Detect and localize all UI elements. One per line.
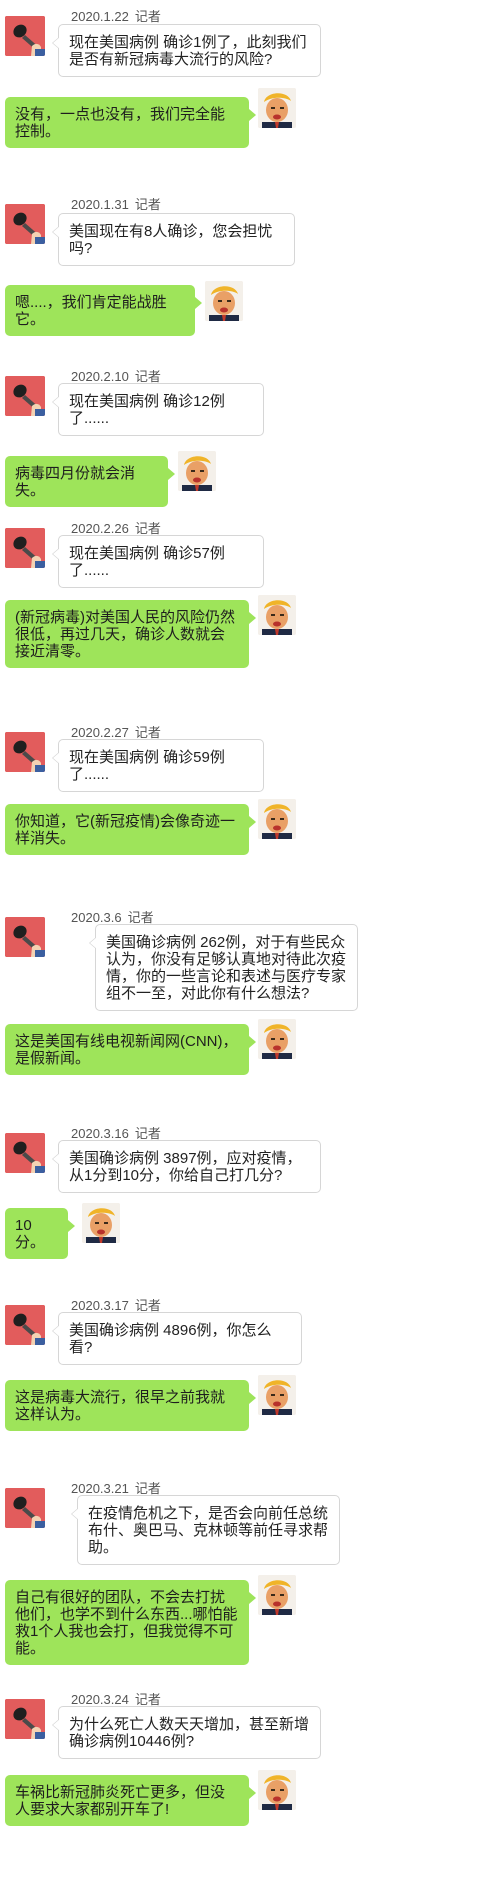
respondent-avatar[interactable] (258, 1575, 296, 1615)
sender-label: 记者 (134, 725, 161, 740)
respondent-avatar[interactable] (258, 1019, 296, 1059)
respondent-avatar[interactable] (258, 799, 296, 839)
sender-label: 记者 (134, 369, 161, 384)
respondent-avatar[interactable] (82, 1203, 120, 1243)
question-bubble[interactable]: 现在美国病例 确诊57例了...... (52, 535, 264, 588)
question-bubble[interactable]: 在疫情危机之下，是否会向前任总统布什、奥巴马、克林顿等前任寻求帮助。 (71, 1495, 340, 1565)
message-date: 2020.1.22 (71, 9, 129, 24)
answer-bubble[interactable]: 车祸比新冠肺炎死亡更多，但没人要求大家都别开车了! (5, 1775, 256, 1826)
respondent-avatar[interactable] (258, 88, 296, 128)
message-date: 2020.3.17 (71, 1298, 129, 1313)
answer-bubble[interactable]: 自己有很好的团队，不会去打扰他们，也学不到什么东西...哪怕能救1个人我也会打，… (5, 1580, 256, 1665)
sender-label: 记者 (134, 197, 161, 212)
reporter-avatar[interactable] (5, 917, 45, 957)
answer-bubble[interactable]: 嗯....，我们肯定能战胜它。 (5, 285, 202, 336)
message-meta: 2020.1.22 记者 (71, 6, 161, 25)
question-bubble[interactable]: 为什么死亡人数天天增加，甚至新增确诊病例10446例? (52, 1706, 321, 1759)
message-date: 2020.3.16 (71, 1126, 129, 1141)
reporter-avatar[interactable] (5, 732, 45, 772)
answer-bubble[interactable]: 这是病毒大流行，很早之前我就这样认为。 (5, 1380, 256, 1431)
message-date: 2020.3.24 (71, 1692, 129, 1707)
reporter-avatar[interactable] (5, 528, 45, 568)
message-date: 2020.3.21 (71, 1481, 129, 1496)
reporter-avatar[interactable] (5, 16, 45, 56)
sender-label: 记者 (134, 1481, 161, 1496)
message-date: 2020.2.26 (71, 521, 129, 536)
message-date: 2020.3.6 (71, 910, 122, 925)
question-bubble[interactable]: 现在美国病例 确诊59例了...... (52, 739, 264, 792)
respondent-avatar[interactable] (205, 281, 243, 321)
reporter-avatar[interactable] (5, 204, 45, 244)
respondent-avatar[interactable] (258, 595, 296, 635)
sender-label: 记者 (134, 1126, 161, 1141)
chat-transcript: 2020.1.22 记者 现在美国病例 确诊1例了，此刻我们是否有新冠病毒大流行的风… (0, 0, 480, 1898)
respondent-avatar[interactable] (178, 451, 216, 491)
message-date: 2020.2.10 (71, 369, 129, 384)
sender-label: 记者 (134, 521, 161, 536)
message-meta: 2020.1.31 记者 (71, 194, 161, 213)
reporter-avatar[interactable] (5, 1488, 45, 1528)
question-bubble[interactable]: 现在美国病例 确诊12例了...... (52, 383, 264, 436)
question-bubble[interactable]: 现在美国病例 确诊1例了，此刻我们是否有新冠病毒大流行的风险? (52, 24, 321, 77)
message-date: 2020.2.27 (71, 725, 129, 740)
message-date: 2020.1.31 (71, 197, 129, 212)
respondent-avatar[interactable] (258, 1770, 296, 1810)
respondent-avatar[interactable] (258, 1375, 296, 1415)
sender-label: 记者 (134, 9, 161, 24)
sender-label: 记者 (134, 1692, 161, 1707)
reporter-avatar[interactable] (5, 1305, 45, 1345)
answer-bubble[interactable]: 10分。 (5, 1208, 75, 1259)
answer-bubble[interactable]: 没有，一点也没有，我们完全能控制。 (5, 97, 256, 148)
reporter-avatar[interactable] (5, 376, 45, 416)
sender-label: 记者 (127, 910, 154, 925)
reporter-avatar[interactable] (5, 1699, 45, 1739)
answer-bubble[interactable]: 这是美国有线电视新闻网(CNN)，是假新闻。 (5, 1024, 256, 1075)
question-bubble[interactable]: 美国确诊病例 3897例，应对疫情，从1分到10分，你给自己打几分? (52, 1140, 321, 1193)
question-bubble[interactable]: 美国确诊病例 262例，对于有些民众认为，你没有足够认真地对待此次疫情，你的一些… (89, 924, 358, 1011)
question-bubble[interactable]: 美国现在有8人确诊，您会担忧吗? (52, 213, 295, 266)
answer-bubble[interactable]: 你知道，它(新冠疫情)会像奇迹一样消失。 (5, 804, 256, 855)
answer-bubble[interactable]: (新冠病毒)对美国人民的风险仍然很低，再过几天，确诊人数就会接近清零。 (5, 600, 256, 668)
reporter-avatar[interactable] (5, 1133, 45, 1173)
answer-bubble[interactable]: 病毒四月份就会消失。 (5, 456, 175, 507)
sender-label: 记者 (134, 1298, 161, 1313)
question-bubble[interactable]: 美国确诊病例 4896例，你怎么看? (52, 1312, 302, 1365)
